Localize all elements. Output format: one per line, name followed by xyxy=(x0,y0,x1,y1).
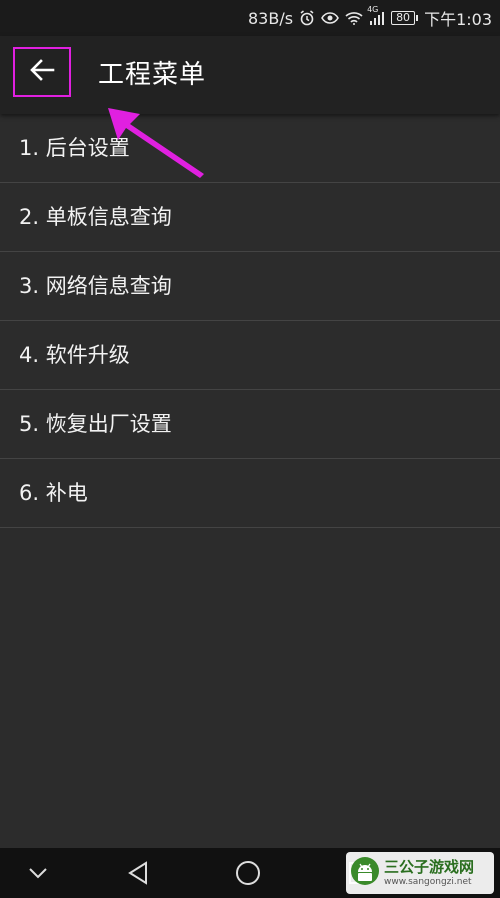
watermark-logo: 三公子游戏网 www.sangongzi.net xyxy=(346,852,494,894)
triangle-back-icon[interactable] xyxy=(118,848,158,898)
menu-item-software-upgrade[interactable]: 4. 软件升级 xyxy=(0,321,500,390)
menu-item-factory-reset[interactable]: 5. 恢复出厂设置 xyxy=(0,390,500,459)
eye-icon xyxy=(321,11,339,25)
status-bar: 83B/s 4G 80 下午1:03 xyxy=(0,0,500,36)
network-type: 4G xyxy=(367,5,379,14)
back-button[interactable] xyxy=(13,47,71,97)
signal-icon: 4G xyxy=(367,5,385,25)
battery-level: 80 xyxy=(391,11,416,25)
arrow-left-icon xyxy=(29,58,55,86)
engineering-menu-list: 1. 后台设置 2. 单板信息查询 3. 网络信息查询 4. 软件升级 5. 恢… xyxy=(0,114,500,528)
alarm-icon xyxy=(299,10,315,26)
watermark-title: 三公子游戏网 xyxy=(384,857,475,876)
battery-icon: 80 xyxy=(391,11,419,25)
clock: 下午1:03 xyxy=(424,10,492,29)
wifi-icon xyxy=(345,11,363,25)
android-robot-icon xyxy=(350,854,380,892)
menu-item-board-info[interactable]: 2. 单板信息查询 xyxy=(0,183,500,252)
menu-item-network-info[interactable]: 3. 网络信息查询 xyxy=(0,252,500,321)
watermark-url: www.sangongzi.net xyxy=(384,876,472,887)
page-title: 工程菜单 xyxy=(98,60,207,90)
menu-item-background-settings[interactable]: 1. 后台设置 xyxy=(0,114,500,183)
app-bar: 工程菜单 xyxy=(0,36,500,114)
network-speed: 83B/s xyxy=(248,8,294,28)
chevron-down-icon[interactable] xyxy=(18,848,58,898)
circle-home-icon[interactable] xyxy=(228,848,268,898)
menu-item-battery-charge[interactable]: 6. 补电 xyxy=(0,459,500,528)
